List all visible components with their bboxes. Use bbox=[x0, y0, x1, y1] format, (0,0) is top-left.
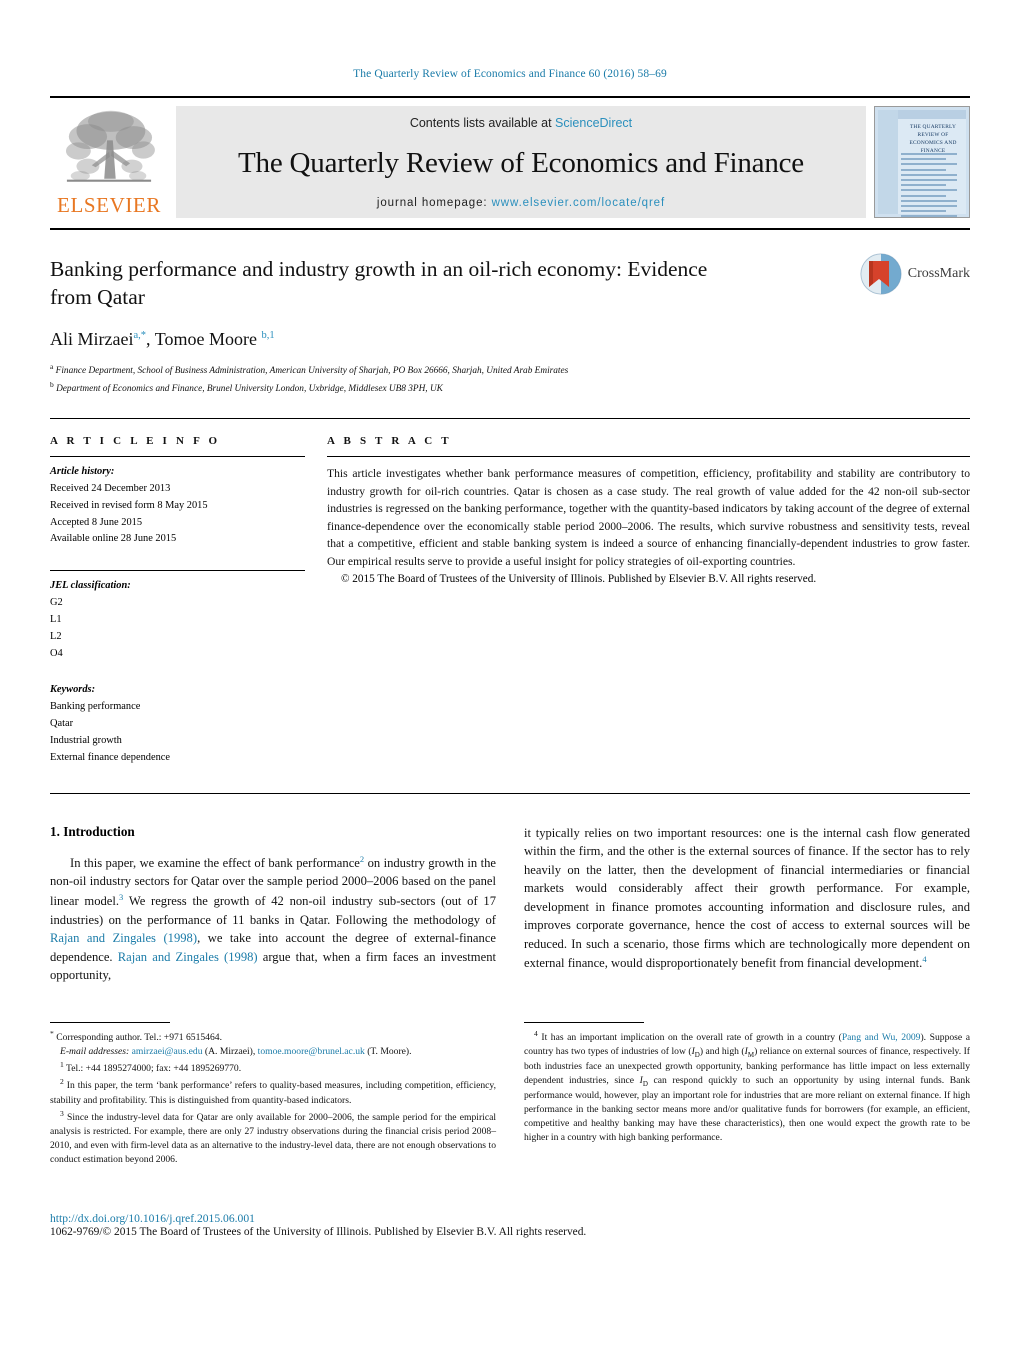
jel-rule bbox=[50, 570, 305, 572]
crossmark-badge[interactable]: CrossMark bbox=[859, 252, 970, 296]
affiliation-a: a Finance Department, School of Business… bbox=[50, 362, 569, 377]
abstract-heading: A B S T R A C T bbox=[327, 435, 452, 448]
intro-text-a: In this paper, we examine the effect of … bbox=[70, 855, 360, 870]
footnote-3: 3 Since the industry-level data for Qata… bbox=[50, 1108, 496, 1167]
footnote-separator-left bbox=[50, 1022, 170, 1023]
sciencedirect-link[interactable]: ScienceDirect bbox=[555, 116, 632, 130]
history-received: Received 24 December 2013 bbox=[50, 482, 171, 494]
history-accepted: Accepted 8 June 2015 bbox=[50, 516, 143, 528]
journal-homepage-line: journal homepage: www.elsevier.com/locat… bbox=[377, 197, 665, 209]
crossmark-icon bbox=[860, 253, 902, 295]
abstract-copyright: © 2015 The Board of Trustees of the Univ… bbox=[341, 572, 817, 585]
email-1-owner: (A. Mirzaei), bbox=[202, 1046, 258, 1058]
paper-page: The Quarterly Review of Economics and Fi… bbox=[0, 0, 1020, 1351]
contents-available-line: Contents lists available at ScienceDirec… bbox=[410, 116, 632, 130]
cover-sidebar bbox=[878, 110, 898, 214]
body-column-right: it typically relies on two important res… bbox=[524, 824, 970, 985]
running-head: The Quarterly Review of Economics and Fi… bbox=[353, 68, 667, 80]
intro-right-text: it typically relies on two important res… bbox=[524, 825, 970, 971]
jel-code-0: G2 bbox=[50, 597, 63, 609]
history-revised: Received in revised form 8 May 2015 bbox=[50, 499, 208, 511]
body-columns: 1. Introduction In this paper, we examin… bbox=[50, 794, 970, 985]
page-footer: http://dx.doi.org/10.1016/j.qref.2015.06… bbox=[50, 1212, 970, 1238]
author-name-1: Ali Mirzaei bbox=[50, 329, 134, 350]
footnote-2-text: In this paper, the term ‘bank performanc… bbox=[50, 1080, 496, 1106]
footnotes-left: * Corresponding author. Tel.: +971 65154… bbox=[50, 1022, 496, 1167]
elsevier-logo: ELSEVIER bbox=[50, 106, 168, 218]
elsevier-wordmark: ELSEVIER bbox=[57, 193, 161, 217]
jel-label: JEL classification: bbox=[50, 580, 131, 592]
journal-homepage-link[interactable]: www.elsevier.com/locate/qref bbox=[492, 197, 665, 209]
author-1-affiliation-mark: a,* bbox=[133, 330, 147, 342]
abstract-column: A B S T R A C T This article investigate… bbox=[327, 435, 970, 767]
journal-masthead: ELSEVIER Contents lists available at Sci… bbox=[50, 96, 970, 218]
journal-title: The Quarterly Review of Economics and Fi… bbox=[238, 146, 804, 179]
doi-link[interactable]: http://dx.doi.org/10.1016/j.qref.2015.06… bbox=[50, 1212, 970, 1225]
footnote-emails: E-mail addresses: amirzaei@aus.edu (A. M… bbox=[50, 1045, 496, 1059]
keywords-label: Keywords: bbox=[50, 684, 96, 696]
article-history-block: Article history: Received 24 December 20… bbox=[50, 464, 305, 548]
section-heading-introduction: 1. Introduction bbox=[50, 823, 135, 839]
email-2-owner: (T. Moore). bbox=[364, 1046, 412, 1058]
article-info-column: A R T I C L E I N F O Article history: R… bbox=[50, 435, 305, 767]
article-info-heading: A R T I C L E I N F O bbox=[50, 435, 221, 448]
footnote-1-text: Tel.: +44 1895274000; fax: +44 189526977… bbox=[63, 1063, 242, 1075]
footnote-separator-right bbox=[524, 1022, 644, 1023]
keywords-block: Keywords: Banking performance Qatar Indu… bbox=[50, 682, 305, 766]
footnote-ref-4[interactable]: 4 bbox=[922, 954, 926, 964]
footnote-corresponding-text: Corresponding author. Tel.: +971 6515464… bbox=[53, 1032, 222, 1044]
article-history-label: Article history: bbox=[50, 466, 115, 478]
jel-code-3: O4 bbox=[50, 647, 63, 659]
keyword-3: External finance dependence bbox=[50, 751, 170, 763]
footnote-1: 1 Tel.: +44 1895274000; fax: +44 1895269… bbox=[50, 1059, 496, 1076]
history-online: Available online 28 June 2015 bbox=[50, 533, 177, 545]
author-name-2: Tomoe Moore bbox=[154, 329, 257, 350]
footnote-4-text-a: It has an important implication on the o… bbox=[537, 1032, 842, 1044]
journal-cover-thumbnail: THE QUARTERLY REVIEW OF ECONOMICS AND FI… bbox=[874, 106, 970, 218]
masthead-center-panel: Contents lists available at ScienceDirec… bbox=[176, 106, 866, 218]
footnote-3-text: Since the industry-level data for Qatar … bbox=[50, 1111, 496, 1165]
affiliation-a-text: Finance Department, School of Business A… bbox=[55, 366, 569, 377]
keyword-0: Banking performance bbox=[50, 701, 141, 713]
footnotes-right: 4 It has an important implication on the… bbox=[524, 1022, 970, 1167]
jel-code-2: L2 bbox=[50, 630, 62, 642]
affiliations: a Finance Department, School of Business… bbox=[50, 361, 970, 396]
title-block: Banking performance and industry growth … bbox=[50, 230, 970, 396]
jel-code-1: L1 bbox=[50, 613, 62, 625]
keyword-2: Industrial growth bbox=[50, 735, 122, 746]
info-abstract-region: A R T I C L E I N F O Article history: R… bbox=[50, 419, 970, 767]
footnote-4-text-c: ) and high ( bbox=[699, 1046, 745, 1058]
jel-block: JEL classification: G2 L1 L2 O4 bbox=[50, 578, 305, 662]
footnote-4: 4 It has an important implication on the… bbox=[524, 1028, 970, 1145]
affiliation-b: b Department of Economics and Finance, B… bbox=[50, 379, 443, 394]
email-addresses-label: E-mail addresses: bbox=[60, 1046, 130, 1058]
homepage-prefix: journal homepage: bbox=[376, 196, 492, 209]
article-info-rule bbox=[50, 456, 305, 458]
intro-paragraph-left: In this paper, we examine the effect of … bbox=[50, 853, 496, 985]
intro-paragraph-right: it typically relies on two important res… bbox=[524, 824, 970, 973]
author-list: Ali Mirzaeia,*, Tomoe Moore b,1 bbox=[50, 329, 275, 350]
keyword-1: Qatar bbox=[50, 718, 74, 730]
author-2-affiliation-mark: b,1 bbox=[261, 330, 275, 342]
email-link-mirzaei[interactable]: amirzaei@aus.edu bbox=[132, 1046, 203, 1057]
citation-rajan-zingales-1[interactable]: Rajan and Zingales (1998) bbox=[50, 931, 197, 945]
issn-copyright-line: 1062-9769/© 2015 The Board of Trustees o… bbox=[50, 1226, 587, 1238]
citation-rajan-zingales-2[interactable]: Rajan and Zingales (1998) bbox=[118, 950, 258, 964]
footnotes-region: * Corresponding author. Tel.: +971 65154… bbox=[50, 1022, 970, 1167]
email-link-moore[interactable]: tomoe.moore@brunel.ac.uk bbox=[258, 1046, 365, 1057]
citation-pang-wu[interactable]: Pang and Wu, 2009 bbox=[842, 1032, 921, 1043]
abstract-rule bbox=[327, 456, 970, 458]
page-title: Banking performance and industry growth … bbox=[50, 257, 708, 309]
affiliation-b-text: Department of Economics and Finance, Bru… bbox=[56, 383, 443, 394]
footnote-corresponding-author: * Corresponding author. Tel.: +971 65154… bbox=[50, 1028, 496, 1045]
contents-prefix: Contents lists available at bbox=[409, 116, 556, 130]
elsevier-tree-icon bbox=[65, 110, 155, 182]
cover-title-text: THE QUARTERLY REVIEW OF ECONOMICS AND FI… bbox=[909, 124, 957, 155]
abstract-text: This article investigates whether bank p… bbox=[327, 467, 970, 569]
body-column-left: 1. Introduction In this paper, we examin… bbox=[50, 824, 496, 985]
cover-toc-lines bbox=[901, 153, 965, 217]
crossmark-label: CrossMark bbox=[907, 266, 970, 281]
footnote-2: 2 In this paper, the term ‘bank performa… bbox=[50, 1076, 496, 1107]
